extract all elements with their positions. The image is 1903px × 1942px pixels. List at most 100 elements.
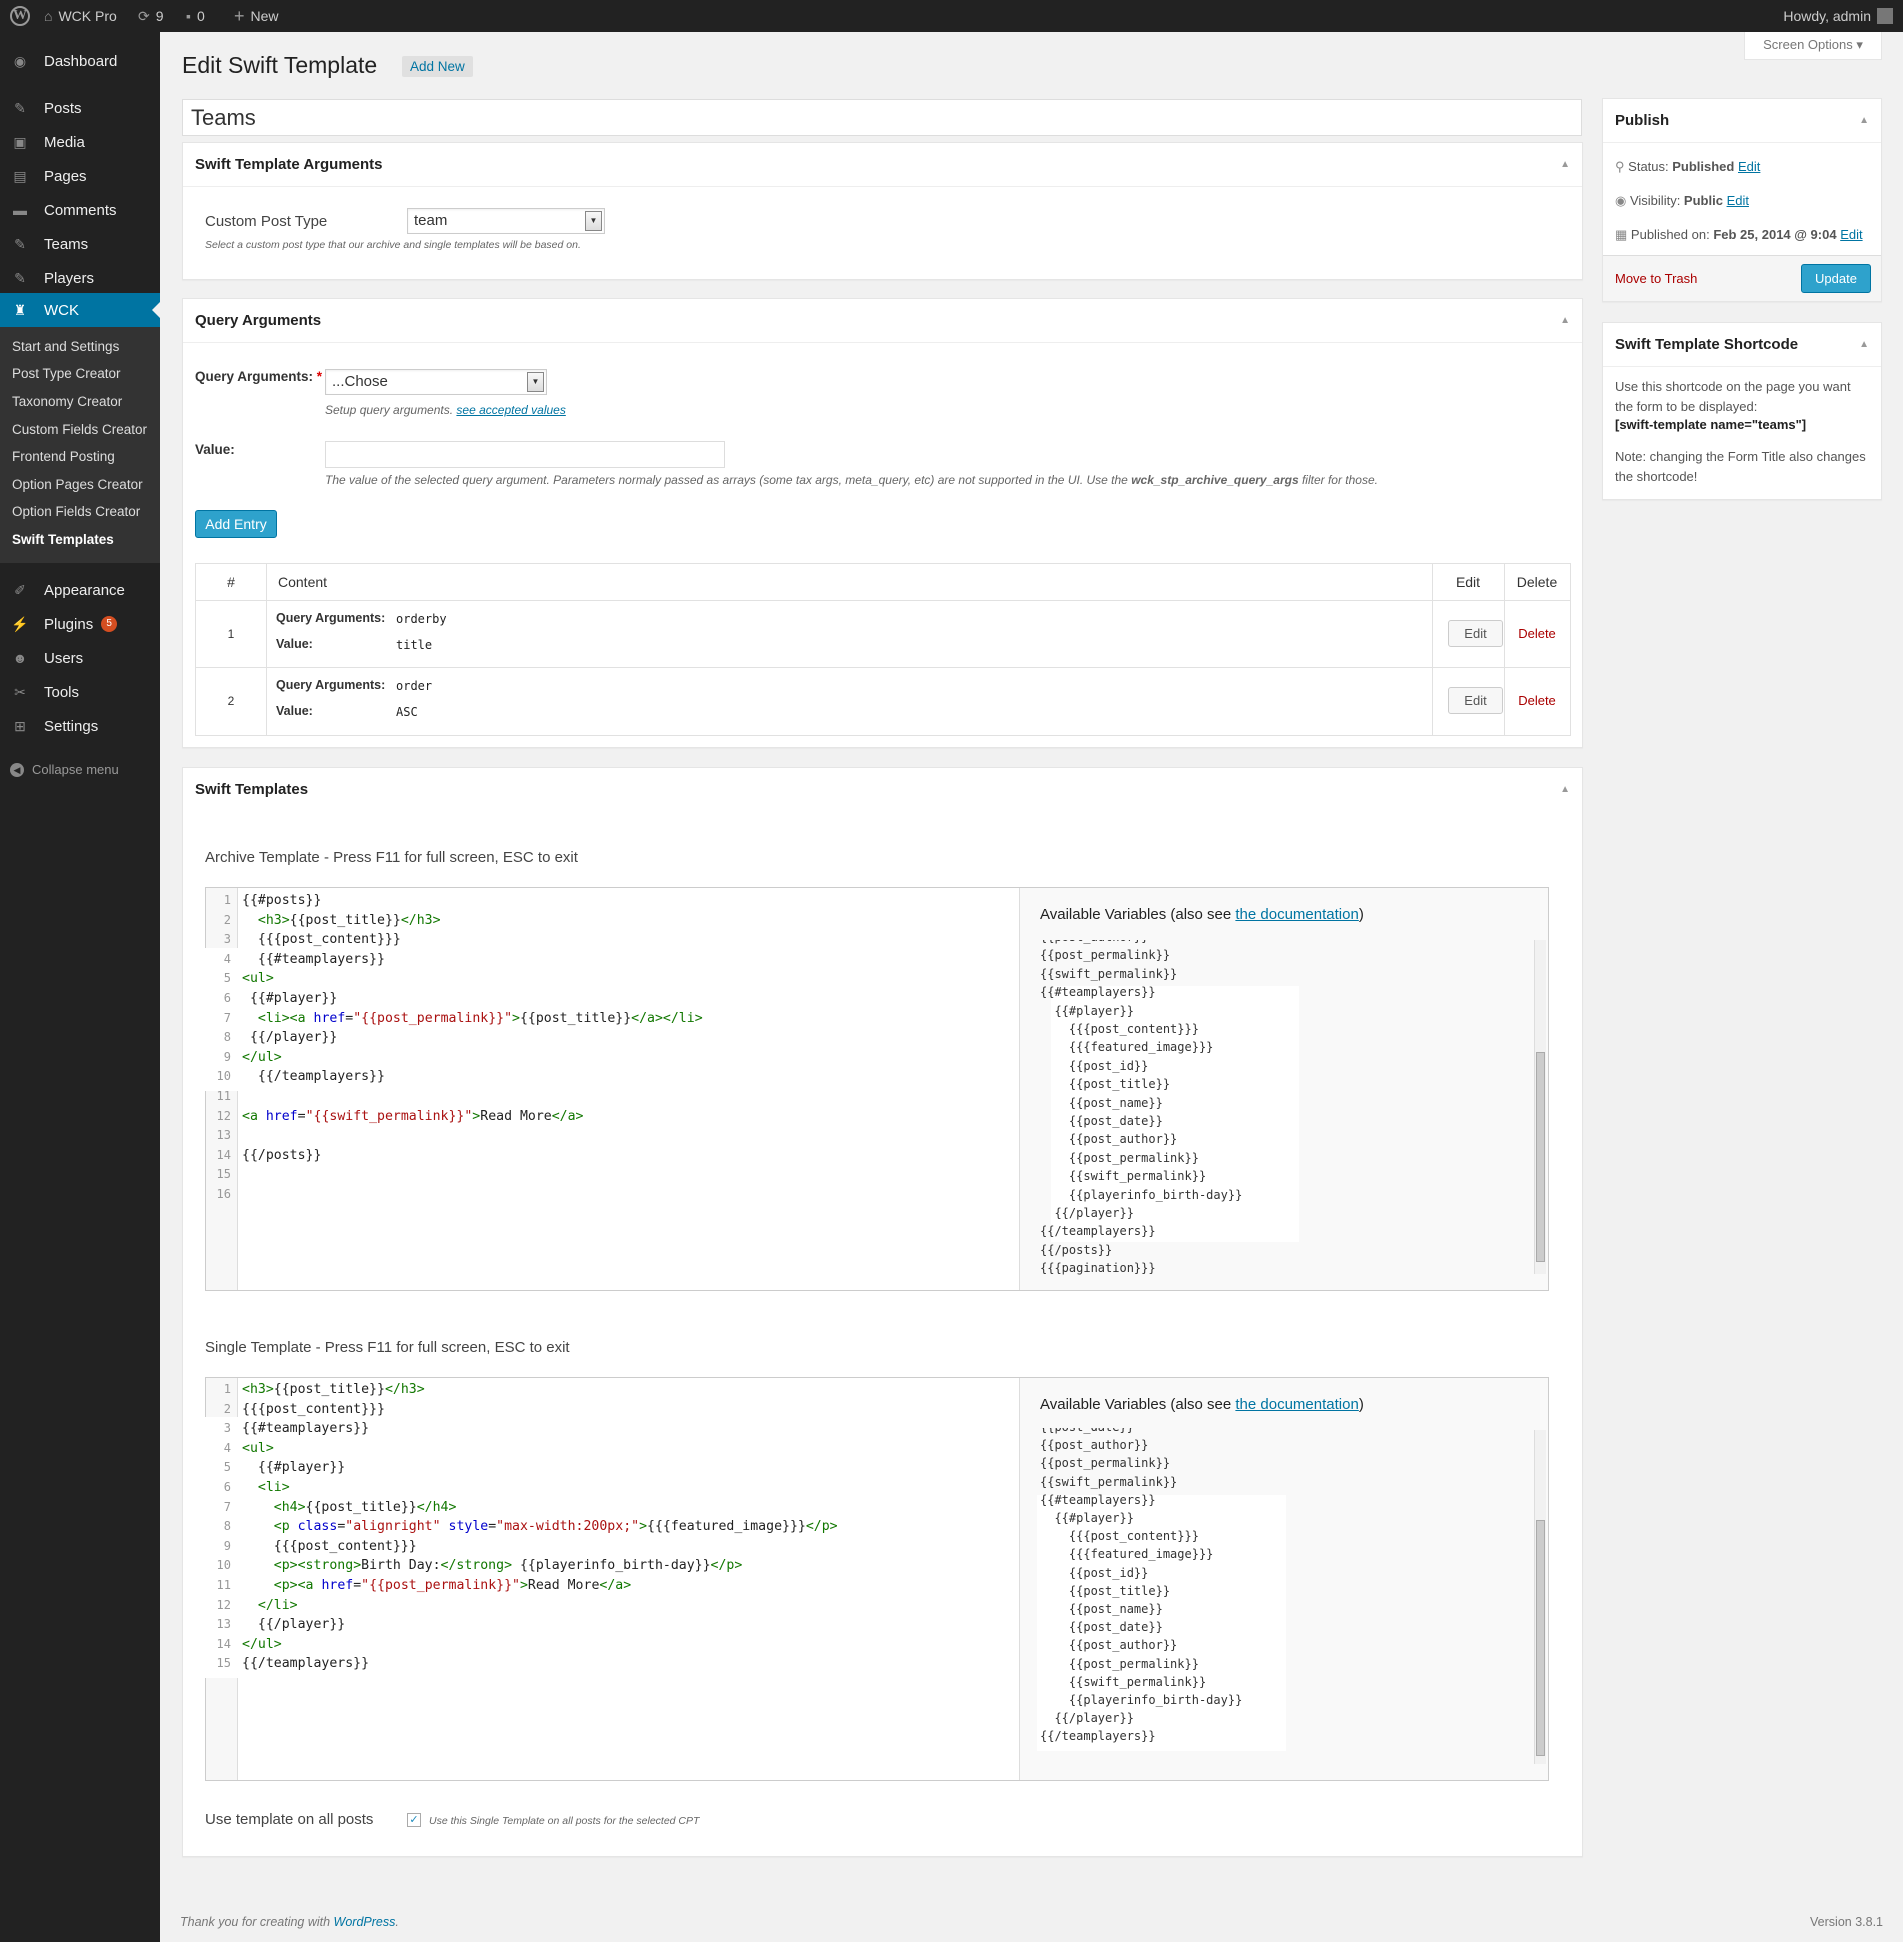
add-new-link[interactable]: Add New (410, 59, 465, 74)
edit-button[interactable]: Edit (1448, 687, 1503, 714)
query-arguments-title[interactable]: Query Arguments (183, 299, 1582, 343)
line-number: 8 (223, 1030, 231, 1045)
scroll-thumb[interactable] (1536, 1052, 1545, 1262)
sidebar-item-wck[interactable]: ♜ WCK (0, 293, 160, 327)
submenu-taxonomy-creator[interactable]: Taxonomy Creator (12, 390, 122, 414)
edit-button[interactable]: Edit (1448, 620, 1503, 647)
swift-templates-box: Swift Templates ▲ Archive Template - Pre… (182, 767, 1583, 1857)
footer-end: . (395, 1915, 399, 1929)
archive-vars-scrollbar[interactable] (1534, 940, 1546, 1274)
documentation-link[interactable]: the documentation (1235, 906, 1358, 923)
line-number: 13 (216, 1617, 231, 1632)
sidebar-item-label: Teams (44, 235, 89, 253)
status-row: ⚲ Status: Published Edit (1615, 159, 1760, 175)
single-template-editor[interactable]: 1 2 3 4 5 6 7 8 9 10 11 12 13 14 15 <h3>{{post_title}}… (196, 1377, 1549, 1781)
site-name-link[interactable]: ⌂ WCK Pro (44, 0, 117, 32)
screen-options-button[interactable]: Screen Options ▾ (1744, 32, 1882, 60)
toggle-icon[interactable]: ▲ (1560, 768, 1570, 812)
submenu-post-type-creator[interactable]: Post Type Creator (12, 362, 121, 386)
add-entry-button[interactable]: Add Entry (195, 510, 277, 538)
collapse-menu-button[interactable]: ◀ Collapse menu (10, 762, 119, 777)
sidebar-item-users[interactable]: ☻ Users (0, 641, 160, 675)
use-template-checkbox[interactable]: ✓ (407, 1813, 421, 1827)
row-value-label: Value: (276, 637, 313, 651)
sidebar-item-comments[interactable]: ▬ Comments (0, 193, 160, 227)
sidebar-item-dashboard[interactable]: ◉ Dashboard (0, 44, 160, 78)
wordpress-link[interactable]: WordPress (334, 1915, 396, 1929)
submenu-frontend-posting[interactable]: Frontend Posting (12, 445, 115, 469)
line-number: 3 (223, 932, 231, 947)
query-argument-select[interactable]: ...Chose ▼ (325, 369, 547, 395)
code-line: {{#teamplayers}} (242, 1421, 370, 1437)
swift-templates-title[interactable]: Swift Templates (183, 768, 1582, 812)
edit-date-link[interactable]: Edit (1840, 227, 1862, 242)
variable-line: {{{featured_image}}} (1040, 1547, 1214, 1562)
toggle-icon[interactable]: ▲ (1560, 299, 1570, 343)
submenu-option-pages-creator[interactable]: Option Pages Creator (12, 473, 143, 497)
variable-line: {{{pagination}}} (1040, 1261, 1156, 1276)
sidebar-item-teams[interactable]: ✎ Teams (0, 227, 160, 261)
variable-line: {{post_permalink}} (1040, 1150, 1199, 1165)
sidebar-item-appearance[interactable]: ✐ Appearance (0, 573, 160, 607)
submenu-start-settings[interactable]: Start and Settings (12, 335, 119, 359)
line-number: 5 (223, 1460, 231, 1475)
cpt-label: Custom Post Type (205, 213, 328, 230)
row-arg-value: order (396, 679, 433, 693)
vars-heading-suffix: ) (1358, 1396, 1364, 1413)
delete-link[interactable]: Delete (1504, 693, 1570, 708)
updates-link[interactable]: ⟳ 9 (138, 0, 164, 32)
sidebar-item-plugins[interactable]: ⚡ Plugins 5 (0, 607, 160, 641)
code-line: <h3>{{post_title}}</h3> (242, 1382, 425, 1397)
sidebar-item-media[interactable]: ▣ Media (0, 125, 160, 159)
single-variables-list: {{post_date}} {{post_author}} {{post_perma… (1020, 1428, 1532, 1768)
sidebar-item-tools[interactable]: ✂ Tools (0, 675, 160, 709)
variable-line: {{post_author}} (1040, 1638, 1178, 1653)
toggle-icon[interactable]: ▲ (1560, 143, 1570, 187)
sidebar-item-settings[interactable]: ⊞ Settings (0, 709, 160, 743)
admin-bar: W ⌂ WCK Pro ⟳ 9 ▪ 0 + New Howdy, admin (0, 0, 1903, 32)
accepted-values-link[interactable]: see accepted values (456, 403, 565, 417)
query-entries-table: # Content Edit Delete 1 Query Arguments:… (195, 563, 1571, 736)
title-input[interactable]: Teams (182, 99, 1582, 136)
code-line: <p class="alignright" style="max-width:2… (273, 1519, 838, 1535)
query-arguments-box: Query Arguments ▲ Query Arguments: * ...… (182, 298, 1583, 748)
add-new-button[interactable]: Add New (402, 56, 473, 77)
sidebar-item-posts[interactable]: ✎ Posts (0, 91, 160, 125)
move-to-trash-link[interactable]: Move to Trash (1615, 271, 1697, 286)
my-account-link[interactable]: Howdy, admin (1783, 0, 1893, 32)
code-line: <h4>{{post_title}}</h4> (273, 1499, 457, 1515)
scroll-thumb[interactable] (1536, 1520, 1545, 1756)
update-button[interactable]: Update (1801, 264, 1871, 293)
sidebar-item-players[interactable]: ✎ Players (0, 261, 160, 295)
variable-line: {{post_date}} (1040, 1114, 1163, 1128)
edit-status-link[interactable]: Edit (1738, 159, 1760, 174)
archive-variables-panel: Available Variables (also see the docume… (1019, 888, 1548, 1290)
wordpress-logo[interactable]: W (10, 0, 30, 32)
sidebar-item-pages[interactable]: ▤ Pages (0, 159, 160, 193)
submenu-custom-fields-creator[interactable]: Custom Fields Creator (12, 418, 147, 442)
shortcode-title[interactable]: Swift Template Shortcode (1603, 323, 1881, 367)
code-line: {{#teamplayers}} (242, 951, 385, 967)
sidebar-item-label: Appearance (44, 581, 125, 599)
template-arguments-title[interactable]: Swift Template Arguments (183, 143, 1582, 187)
archive-template-editor[interactable]: 1 2 3 4 5 6 7 8 9 10 11 12 13 14 15 16 {{#posts}} <h3>{… (196, 887, 1549, 1291)
toggle-icon[interactable]: ▲ (1859, 99, 1869, 143)
media-icon: ▣ (13, 133, 27, 150)
edit-visibility-link[interactable]: Edit (1727, 193, 1749, 208)
single-vars-scrollbar[interactable] (1534, 1430, 1546, 1764)
publish-title[interactable]: Publish (1603, 99, 1881, 143)
cpt-select[interactable]: team ▼ (407, 208, 605, 234)
toggle-icon[interactable]: ▲ (1859, 323, 1869, 367)
value-input[interactable] (325, 441, 725, 468)
submenu-swift-templates[interactable]: Swift Templates (12, 528, 114, 552)
comments-link[interactable]: ▪ 0 (186, 0, 205, 32)
delete-link[interactable]: Delete (1504, 626, 1570, 641)
code-line: {{#player}} (242, 1460, 346, 1476)
code-line: {{/teamplayers}} (242, 1656, 370, 1672)
line-number: 4 (223, 951, 231, 966)
column-header-edit: Edit (1455, 574, 1481, 590)
cpt-select-value: team (414, 212, 448, 229)
new-content-link[interactable]: + New (234, 0, 279, 32)
documentation-link[interactable]: the documentation (1235, 1396, 1358, 1413)
submenu-option-fields-creator[interactable]: Option Fields Creator (12, 500, 140, 524)
